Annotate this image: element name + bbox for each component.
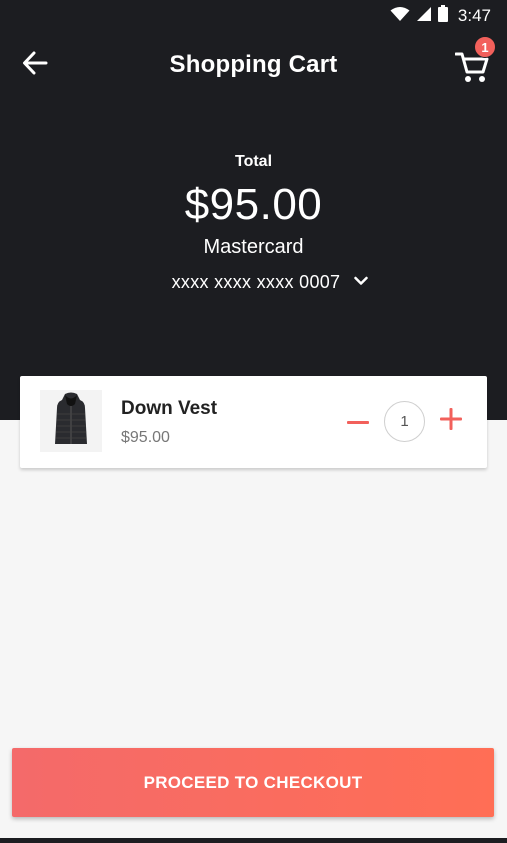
card-number: xxxx xxxx xxxx 0007: [171, 271, 341, 292]
total-label: Total: [234, 153, 273, 170]
back-button[interactable]: [16, 46, 54, 84]
vest-icon: [53, 392, 89, 451]
toolbar: Shopping Cart 1: [0, 32, 507, 98]
cart-item: Down Vest $95.00 1: [20, 376, 487, 468]
wifi-icon: [390, 6, 410, 27]
chevron-down-icon: [354, 273, 369, 291]
card-type: Mastercard: [203, 236, 304, 258]
quantity-decrease-button[interactable]: [345, 406, 371, 436]
status-bar: 3:47: [0, 0, 507, 32]
item-name: Down Vest: [121, 398, 218, 419]
minus-icon: [347, 412, 369, 430]
checkout-button[interactable]: PROCEED TO CHECKOUT: [12, 748, 494, 817]
cart-badge: 1: [474, 36, 496, 58]
page-title: Shopping Cart: [169, 51, 338, 78]
arrow-left-icon: [22, 51, 48, 80]
card-selector[interactable]: xxxx xxxx xxxx 0007: [160, 267, 380, 297]
navigation-bar-edge: [0, 838, 507, 843]
quantity-value: 1: [384, 401, 425, 442]
plus-icon: [440, 407, 462, 435]
product-image: [40, 390, 102, 452]
item-price: $95.00: [121, 429, 170, 446]
status-time: 3:47: [457, 6, 491, 25]
cart-button[interactable]: 1: [453, 36, 496, 84]
signal-icon: [416, 6, 432, 27]
battery-icon: [437, 5, 448, 27]
status-icons: 3:47: [390, 5, 491, 27]
quantity-increase-button[interactable]: [438, 406, 464, 436]
total-amount: $95.00: [184, 180, 323, 229]
